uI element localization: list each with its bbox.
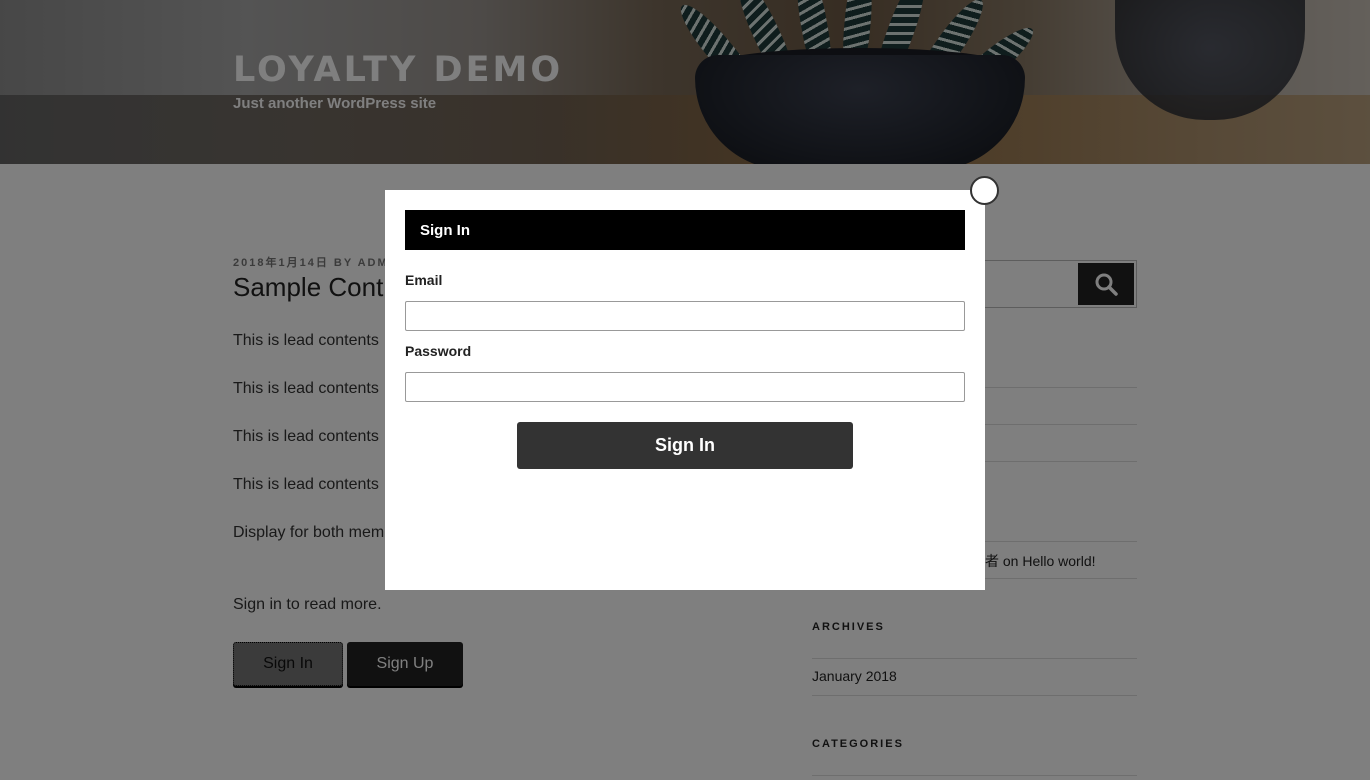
signin-modal: Sign In Email Password Sign In	[385, 190, 985, 590]
password-label: Password	[405, 343, 472, 359]
email-label: Email	[405, 272, 443, 288]
password-field[interactable]	[405, 372, 965, 402]
modal-signin-button[interactable]: Sign In	[517, 422, 853, 469]
email-field[interactable]	[405, 301, 965, 331]
modal-title: Sign In	[405, 210, 965, 250]
close-icon[interactable]	[970, 176, 999, 205]
